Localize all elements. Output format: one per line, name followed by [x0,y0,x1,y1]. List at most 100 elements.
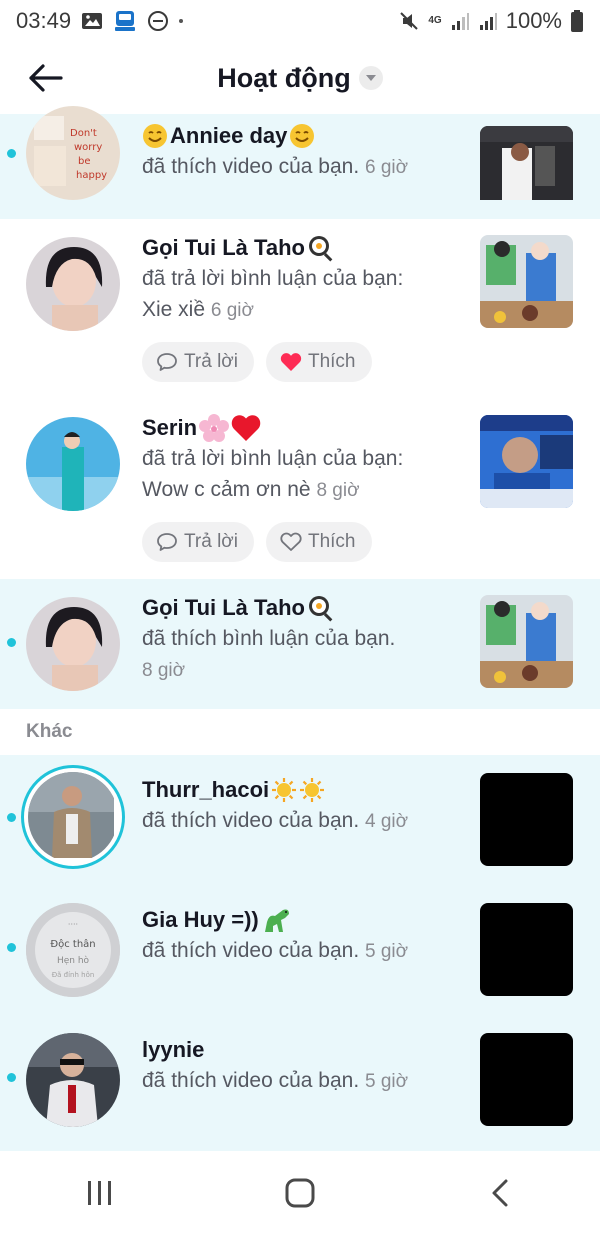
status-bar: 03:49 4G 100% [0,0,600,42]
video-thumbnail[interactable] [480,126,573,219]
notification-content: Thurr_hacoi đã thích video của bạn. 4 gi… [142,775,452,837]
username[interactable]: Gia Huy =)) [142,905,259,935]
avatar-text-line: Đã đính hôn [52,971,95,979]
red-heart-emoji-icon [231,414,261,442]
notification-text: Xie xiề 6 giờ [142,294,452,326]
timestamp: 8 giờ [316,480,360,501]
video-thumbnail[interactable] [480,903,573,996]
notification-content: Anniee day đã thích video của bạn. 6 giờ [142,121,452,183]
username-row: Thurr_hacoi [142,775,452,805]
app-header: Hoạt động [0,42,600,114]
timestamp: 6 giờ [365,157,409,178]
network-type: 4G [428,15,442,26]
action-text: đã thích video của bạn. [142,939,360,962]
username[interactable]: Serin [142,413,197,443]
comment-text: Xie xiề [142,298,206,321]
like-label: Thích [307,351,356,372]
username[interactable]: Anniee day [170,121,287,151]
smile-emoji-icon [142,123,168,149]
notification-text: đã thích video của bạn. 6 giờ [142,151,452,183]
username-row: lyynie [142,1035,452,1065]
home-icon [285,1178,315,1208]
reply-label: Trả lời [184,351,238,372]
more-notifications-dot [179,19,184,23]
activity-filter-dropdown[interactable]: Hoạt động [217,62,383,94]
unread-dot [7,943,16,952]
frying-pan-emoji-icon [307,594,335,622]
avatar[interactable] [26,1033,120,1127]
heart-icon [280,353,302,371]
video-thumbnail[interactable] [480,595,573,688]
notification-content: Gọi Tui Là Taho đã thích bình luận của b… [142,593,452,686]
avatar[interactable]: Don't worry be happy [26,106,120,200]
avatar-text-line: Độc thân [50,938,95,950]
unread-dot [7,813,16,822]
svg-text:worry: worry [74,142,102,153]
unread-dot [7,1073,16,1082]
timestamp: 4 giờ [365,811,409,832]
avatar-text-line: Hẹn hò [57,955,90,966]
avatar[interactable]: ···· Độc thân Hẹn hò Đã đính hôn [26,903,120,997]
dinosaur-emoji-icon [261,906,291,934]
frying-pan-emoji-icon [307,234,335,262]
sun-emoji-icon [299,777,325,803]
reply-button[interactable]: Trả lời [142,342,254,382]
avatar[interactable] [26,237,120,331]
notification-text: đã thích video của bạn. 4 giờ [142,805,452,837]
notification-text: Wow c cảm ơn nè 8 giờ [142,474,452,506]
avatar[interactable] [26,417,120,511]
notification-row[interactable]: Gọi Tui Là Taho đã thích bình luận của b… [0,579,600,709]
video-thumbnail[interactable] [480,235,573,328]
notification-row[interactable]: Serin đã trả lời bình luận của bạn: Wow … [0,399,600,579]
home-button[interactable] [260,1163,340,1223]
like-button[interactable]: Thích [265,342,372,382]
app-notification-icon [113,9,137,33]
recents-button[interactable] [60,1163,140,1223]
back-button[interactable] [26,58,66,98]
svg-text:Don't: Don't [70,128,97,139]
notification-text: đã thích video của bạn. 5 giờ [142,935,452,967]
notification-content: Gia Huy =)) đã thích video của bạn. 5 gi… [142,905,452,967]
username-row: Anniee day [142,121,452,151]
notification-row[interactable]: Gọi Tui Là Taho đã trả lời bình luận của… [0,219,600,399]
video-thumbnail[interactable] [480,415,573,508]
notification-content: Serin đã trả lời bình luận của bạn: Wow … [142,413,452,506]
svg-text:····: ···· [68,920,78,929]
svg-text:be: be [78,156,91,167]
username[interactable]: Gọi Tui Là Taho [142,593,305,623]
other-notifications: Thurr_hacoi đã thích video của bạn. 4 gi… [0,755,600,1151]
back-arrow-icon [29,64,63,92]
video-thumbnail[interactable] [480,773,573,866]
caret-down-icon [358,66,383,90]
section-label: Khác [26,721,73,742]
section-header: Khác [0,709,600,755]
username[interactable]: Gọi Tui Là Taho [142,233,305,263]
username-row: Serin [142,413,452,443]
timestamp: 8 giờ [142,660,186,681]
comment-text: Wow c cảm ơn nè [142,478,311,501]
avatar[interactable] [26,597,120,691]
action-text: đã thích bình luận của bạn. [142,627,396,650]
sun-emoji-icon [271,777,297,803]
mute-icon [398,10,420,32]
page-title: Hoạt động [217,62,351,93]
battery-icon [570,9,584,33]
notification-row[interactable]: Don't worry be happy Anniee day đã thích vi… [0,106,600,219]
reply-button[interactable]: Trả lời [142,522,254,562]
action-text: đã thích video của bạn. [142,155,360,178]
like-button[interactable]: Thích [265,522,372,562]
video-thumbnail[interactable] [480,1033,573,1126]
avatar-story-ring[interactable] [21,765,125,869]
action-text: đã trả lời bình luận của bạn: [142,447,404,470]
status-time: 03:49 [16,8,72,33]
comment-bubble-icon [157,533,177,551]
heart-outline-icon [280,532,302,551]
system-back-button[interactable] [460,1163,540,1223]
username[interactable]: lyynie [142,1035,204,1065]
recents-icon [88,1181,111,1205]
do-not-disturb-icon [147,10,169,32]
svg-text:happy: happy [76,170,107,181]
reply-actions: Trả lời Thích [142,342,372,382]
username[interactable]: Thurr_hacoi [142,775,269,805]
username-row: Gọi Tui Là Taho [142,593,452,623]
